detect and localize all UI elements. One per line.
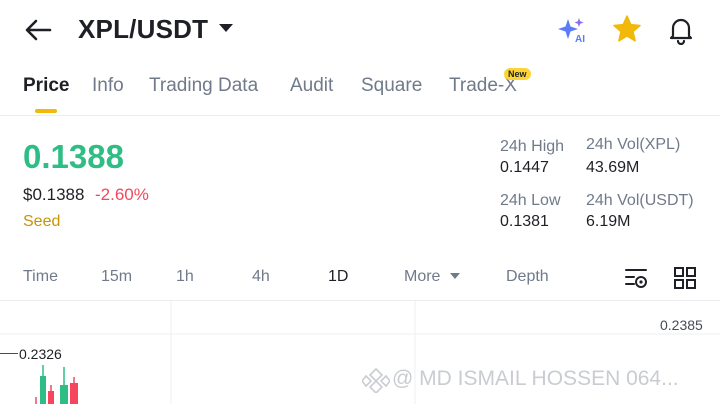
header: XPL/USDT AI <box>0 0 720 62</box>
tab-trading-data[interactable]: Trading Data <box>149 75 258 97</box>
candle-body <box>70 383 78 404</box>
low-value: 0.1381 <box>500 213 549 230</box>
bell-icon[interactable] <box>666 15 696 45</box>
more-caret-icon <box>450 273 460 279</box>
vol-quote-value: 6.19M <box>586 213 631 230</box>
low-label: 24h Low <box>500 192 561 209</box>
pair-title[interactable]: XPL/USDT <box>78 14 208 45</box>
active-tab-indicator <box>35 109 57 113</box>
interval-1h[interactable]: 1h <box>176 268 194 286</box>
interval-15m[interactable]: 15m <box>101 268 132 286</box>
low-price-marker: 0.2326 <box>19 346 62 362</box>
low-marker-line <box>0 353 18 354</box>
last-price: 0.1388 <box>23 138 124 175</box>
divider <box>0 115 720 116</box>
new-badge: New <box>504 68 531 80</box>
candle-body <box>60 385 68 404</box>
chevron-down-icon[interactable] <box>219 24 233 32</box>
tab-price[interactable]: Price <box>23 75 69 97</box>
watermark-label: @ MD ISMAIL HOSSEN 064... <box>392 367 679 390</box>
tab-audit[interactable]: Audit <box>290 75 333 97</box>
high-value: 0.1447 <box>500 159 549 176</box>
binance-logo-icon <box>362 367 390 393</box>
svg-text:AI: AI <box>575 34 585 44</box>
layout-grid-icon[interactable] <box>673 266 697 290</box>
candle-body <box>40 376 46 404</box>
vol-base-label: 24h Vol(XPL) <box>586 136 681 153</box>
ai-sparkle-icon[interactable]: AI <box>557 16 589 44</box>
back-arrow-icon[interactable] <box>24 18 52 42</box>
vol-quote-label: 24h Vol(USDT) <box>586 192 694 209</box>
interval-time[interactable]: Time <box>23 268 58 286</box>
star-icon[interactable] <box>612 14 642 44</box>
vol-base-value: 43.69M <box>586 159 640 176</box>
high-label: 24h High <box>500 138 565 155</box>
depth-tab[interactable]: Depth <box>506 268 549 286</box>
usd-price: $0.1388 <box>23 185 85 204</box>
interval-4h[interactable]: 4h <box>252 268 270 286</box>
interval-more[interactable]: More <box>404 268 440 286</box>
high-price-marker: 0.2385 <box>660 317 703 333</box>
candle-body <box>48 391 54 404</box>
indicator-settings-icon[interactable] <box>624 266 650 290</box>
tab-square[interactable]: Square <box>361 75 422 97</box>
price-change: -2.60% <box>95 185 149 204</box>
watermark-text: @ MD ISMAIL HOSSEN 064... <box>362 367 679 391</box>
tab-bar: Price Info Trading Data Audit Square Tra… <box>0 62 720 114</box>
tab-info[interactable]: Info <box>92 75 124 97</box>
interval-1d[interactable]: 1D <box>328 268 348 286</box>
seed-tag[interactable]: Seed <box>23 213 60 231</box>
